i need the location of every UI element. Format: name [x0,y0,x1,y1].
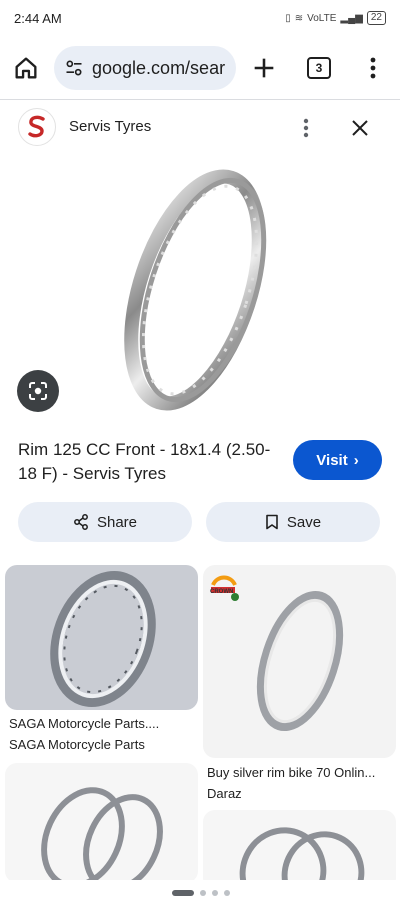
tab-switcher-button[interactable]: 3 [307,57,331,79]
servis-logo-icon [28,115,45,138]
network-label: VoLTE [307,12,337,24]
rim-thumbnail [41,787,163,883]
battery-icon: 22 [366,11,386,25]
page-dot [200,890,206,896]
gesture-nav-bar [0,880,400,910]
page-dot [212,890,218,896]
share-button[interactable]: Share [18,502,192,542]
source-name[interactable]: Servis Tyres [69,118,151,135]
source-header: Servis Tyres [0,108,400,148]
browser-menu-button[interactable] [360,54,386,82]
related-title-2[interactable]: Buy silver rim bike 70 Onlin... [207,765,395,780]
result-title[interactable]: Rim 125 CC Front - 18x1.4 (2.50-18 F) - … [18,438,278,486]
lens-icon [29,382,47,400]
rim-thumbnail [50,571,156,707]
chevron-right-icon: › [353,451,359,469]
share-label: Share [96,513,138,531]
save-button[interactable]: Save [206,502,380,542]
source-logo[interactable] [18,108,56,146]
wifi-icon: ≋ [294,12,304,24]
vibrate-icon: ▯ [285,12,291,24]
related-image-4[interactable] [203,810,396,890]
new-tab-button[interactable] [250,54,278,82]
toolbar-divider [0,99,400,100]
close-icon [352,120,368,136]
more-vert-icon [303,118,309,138]
status-time: 2:44 AM [14,10,62,26]
related-source-1[interactable]: SAGA Motorcycle Parts [9,737,145,752]
lens-button[interactable] [17,370,59,412]
tab-count: 3 [315,61,323,75]
rim-thumbnail [239,827,365,890]
page-indicator [172,890,230,896]
related-image-2[interactable]: CROWN [203,565,396,758]
related-source-2[interactable]: Daraz [207,786,242,801]
page-dot [224,890,230,896]
related-image-3[interactable] [5,763,198,883]
browser-toolbar: google.com/sear 3 [0,40,400,96]
home-button[interactable] [12,54,40,82]
visit-label: Visit [316,451,348,469]
rim-image [124,169,267,411]
bookmark-icon [266,514,278,530]
url-text[interactable]: google.com/sear [92,58,225,79]
tune-icon[interactable] [64,58,84,78]
related-image-1[interactable] [5,565,198,710]
page-dot-active [172,890,194,896]
visit-button[interactable]: Visit › [293,440,382,480]
close-button[interactable] [348,114,372,142]
rim-thumbnail [256,590,344,732]
url-bar[interactable]: google.com/sear [54,46,236,90]
home-icon [15,57,37,79]
status-bar: 2:44 AM ▯ ≋ VoLTE ▂▄▆ 22 [0,0,400,36]
signal-icon: ▂▄▆ [340,12,363,24]
save-label: Save [286,513,322,531]
status-icons: ▯ ≋ VoLTE ▂▄▆ 22 [285,11,386,25]
share-icon [74,514,88,530]
result-image[interactable] [100,160,300,420]
more-vert-icon [370,57,376,79]
more-options-button[interactable] [296,114,316,142]
related-title-1[interactable]: SAGA Motorcycle Parts.... [9,716,194,731]
plus-icon [254,58,274,78]
